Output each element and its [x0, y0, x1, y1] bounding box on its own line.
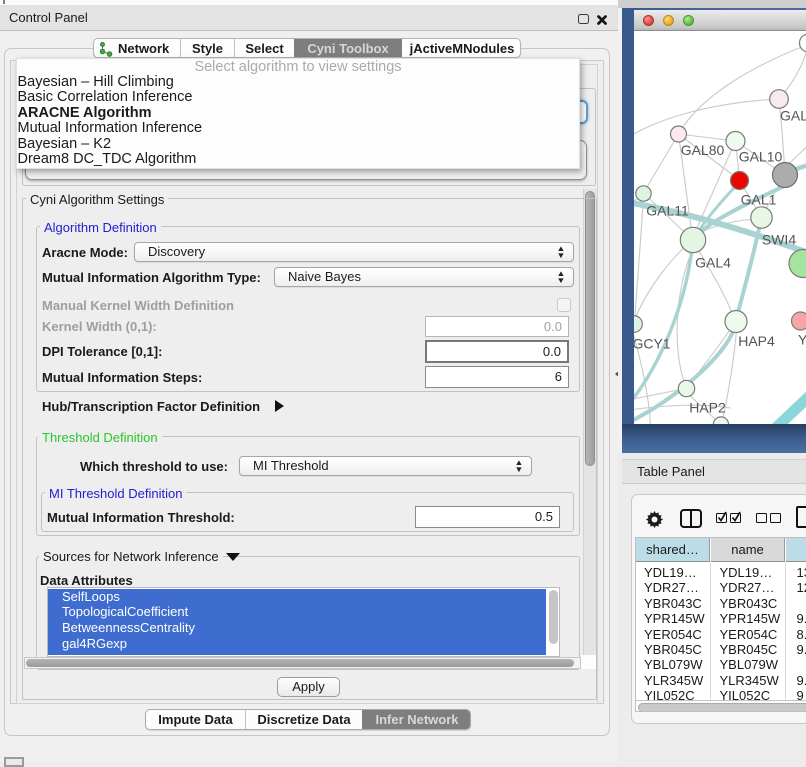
svg-text:HAP2: HAP2: [689, 400, 726, 416]
svg-text:GAL: GAL: [780, 108, 806, 124]
svg-text:GCY1: GCY1: [634, 336, 671, 352]
svg-text:SWI4: SWI4: [761, 232, 795, 248]
svg-text:GAL10: GAL10: [738, 149, 782, 165]
svg-text:GAL1: GAL1: [740, 192, 776, 208]
svg-text:GAL4: GAL4: [695, 255, 731, 271]
svg-text:Y: Y: [798, 332, 806, 348]
svg-text:GAL80: GAL80: [680, 142, 724, 158]
svg-text:GAL11: GAL11: [646, 203, 689, 219]
svg-text:HAP4: HAP4: [738, 333, 775, 349]
